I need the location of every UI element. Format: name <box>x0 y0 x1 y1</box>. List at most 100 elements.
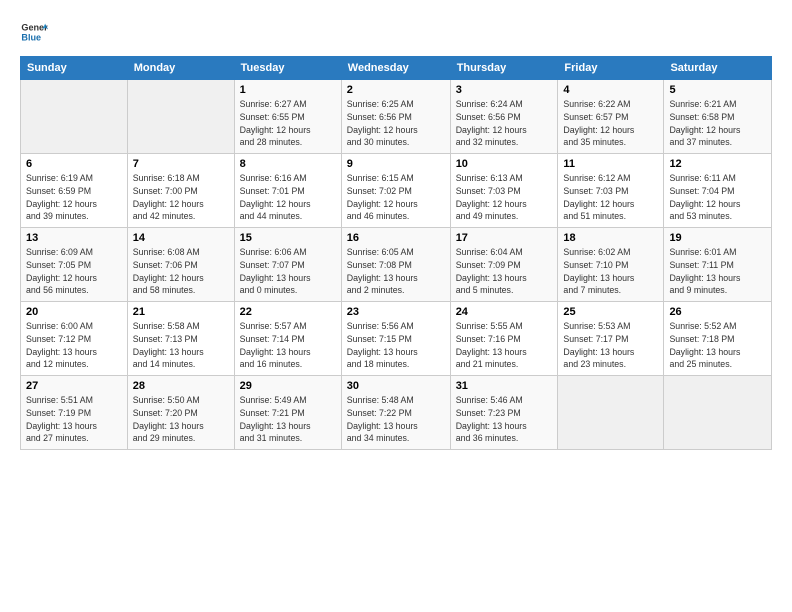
day-detail: Sunrise: 6:18 AM Sunset: 7:00 PM Dayligh… <box>133 172 229 223</box>
day-detail: Sunrise: 6:01 AM Sunset: 7:11 PM Dayligh… <box>669 246 766 297</box>
day-number: 29 <box>240 380 336 392</box>
calendar-cell <box>558 376 664 450</box>
day-number: 5 <box>669 84 766 96</box>
calendar-cell: 15Sunrise: 6:06 AM Sunset: 7:07 PM Dayli… <box>234 228 341 302</box>
day-detail: Sunrise: 5:51 AM Sunset: 7:19 PM Dayligh… <box>26 394 122 445</box>
day-detail: Sunrise: 6:15 AM Sunset: 7:02 PM Dayligh… <box>347 172 445 223</box>
day-detail: Sunrise: 6:12 AM Sunset: 7:03 PM Dayligh… <box>563 172 658 223</box>
calendar-week-row: 1 Sunrise: 6:27 AM Sunset: 6:55 PM Daylig… <box>21 80 772 154</box>
day-number: 3 <box>456 84 553 96</box>
day-number: 10 <box>456 158 553 170</box>
day-number: 23 <box>347 306 445 318</box>
day-number: 14 <box>133 232 229 244</box>
day-detail: Sunrise: 6:00 AM Sunset: 7:12 PM Dayligh… <box>26 320 122 371</box>
calendar-week-row: 6 Sunrise: 6:19 AM Sunset: 6:59 PM Daylig… <box>21 154 772 228</box>
calendar-cell: 29Sunrise: 5:49 AM Sunset: 7:21 PM Dayli… <box>234 376 341 450</box>
day-of-week-header: Thursday <box>450 57 558 80</box>
logo-icon: General Blue <box>20 18 48 46</box>
day-detail: Sunrise: 6:19 AM Sunset: 6:59 PM Dayligh… <box>26 172 122 223</box>
day-detail: Sunrise: 6:08 AM Sunset: 7:06 PM Dayligh… <box>133 246 229 297</box>
day-detail: Sunrise: 6:22 AM Sunset: 6:57 PM Dayligh… <box>563 98 658 149</box>
calendar-cell: 18 Sunrise: 6:02 AM Sunset: 7:10 PM Dayli… <box>558 228 664 302</box>
calendar-cell: 17 Sunrise: 6:04 AM Sunset: 7:09 PM Dayli… <box>450 228 558 302</box>
day-number: 7 <box>133 158 229 170</box>
calendar-cell: 12 Sunrise: 6:11 AM Sunset: 7:04 PM Dayli… <box>664 154 772 228</box>
day-of-week-header: Monday <box>127 57 234 80</box>
day-detail: Sunrise: 6:04 AM Sunset: 7:09 PM Dayligh… <box>456 246 553 297</box>
calendar-cell: 1 Sunrise: 6:27 AM Sunset: 6:55 PM Daylig… <box>234 80 341 154</box>
day-detail: Sunrise: 5:56 AM Sunset: 7:15 PM Dayligh… <box>347 320 445 371</box>
day-number: 6 <box>26 158 122 170</box>
day-of-week-header: Wednesday <box>341 57 450 80</box>
day-of-week-header: Saturday <box>664 57 772 80</box>
day-of-week-header: Tuesday <box>234 57 341 80</box>
day-number: 26 <box>669 306 766 318</box>
day-detail: Sunrise: 6:02 AM Sunset: 7:10 PM Dayligh… <box>563 246 658 297</box>
calendar-cell: 19 Sunrise: 6:01 AM Sunset: 7:11 PM Dayli… <box>664 228 772 302</box>
calendar-week-row: 20 Sunrise: 6:00 AM Sunset: 7:12 PM Dayli… <box>21 302 772 376</box>
page: General Blue SundayMondayTuesdayWednesda… <box>0 0 792 612</box>
day-detail: Sunrise: 5:53 AM Sunset: 7:17 PM Dayligh… <box>563 320 658 371</box>
day-number: 8 <box>240 158 336 170</box>
day-number: 30 <box>347 380 445 392</box>
calendar-cell: 26Sunrise: 5:52 AM Sunset: 7:18 PM Dayli… <box>664 302 772 376</box>
day-number: 27 <box>26 380 122 392</box>
day-number: 4 <box>563 84 658 96</box>
calendar-cell: 8 Sunrise: 6:16 AM Sunset: 7:01 PM Daylig… <box>234 154 341 228</box>
calendar-cell: 31 Sunrise: 5:46 AM Sunset: 7:23 PM Dayli… <box>450 376 558 450</box>
day-detail: Sunrise: 5:58 AM Sunset: 7:13 PM Dayligh… <box>133 320 229 371</box>
day-number: 17 <box>456 232 553 244</box>
day-number: 24 <box>456 306 553 318</box>
day-number: 19 <box>669 232 766 244</box>
calendar-cell: 23 Sunrise: 5:56 AM Sunset: 7:15 PM Dayli… <box>341 302 450 376</box>
day-detail: Sunrise: 6:05 AM Sunset: 7:08 PM Dayligh… <box>347 246 445 297</box>
day-number: 16 <box>347 232 445 244</box>
day-of-week-header: Sunday <box>21 57 128 80</box>
day-detail: Sunrise: 6:27 AM Sunset: 6:55 PM Dayligh… <box>240 98 336 149</box>
day-detail: Sunrise: 5:50 AM Sunset: 7:20 PM Dayligh… <box>133 394 229 445</box>
calendar-week-row: 13Sunrise: 6:09 AM Sunset: 7:05 PM Dayli… <box>21 228 772 302</box>
day-number: 20 <box>26 306 122 318</box>
header: General Blue <box>20 18 772 46</box>
day-number: 18 <box>563 232 658 244</box>
day-detail: Sunrise: 6:11 AM Sunset: 7:04 PM Dayligh… <box>669 172 766 223</box>
calendar-cell: 10 Sunrise: 6:13 AM Sunset: 7:03 PM Dayli… <box>450 154 558 228</box>
header-row: SundayMondayTuesdayWednesdayThursdayFrid… <box>21 57 772 80</box>
day-number: 28 <box>133 380 229 392</box>
day-detail: Sunrise: 6:06 AM Sunset: 7:07 PM Dayligh… <box>240 246 336 297</box>
day-detail: Sunrise: 5:57 AM Sunset: 7:14 PM Dayligh… <box>240 320 336 371</box>
day-detail: Sunrise: 6:25 AM Sunset: 6:56 PM Dayligh… <box>347 98 445 149</box>
day-number: 11 <box>563 158 658 170</box>
day-number: 22 <box>240 306 336 318</box>
calendar-cell: 5 Sunrise: 6:21 AM Sunset: 6:58 PM Daylig… <box>664 80 772 154</box>
calendar-cell <box>21 80 128 154</box>
calendar-cell <box>127 80 234 154</box>
calendar-cell: 27 Sunrise: 5:51 AM Sunset: 7:19 PM Dayli… <box>21 376 128 450</box>
svg-text:Blue: Blue <box>21 32 41 42</box>
calendar-cell: 6 Sunrise: 6:19 AM Sunset: 6:59 PM Daylig… <box>21 154 128 228</box>
day-detail: Sunrise: 6:13 AM Sunset: 7:03 PM Dayligh… <box>456 172 553 223</box>
calendar-cell: 14 Sunrise: 6:08 AM Sunset: 7:06 PM Dayli… <box>127 228 234 302</box>
day-detail: Sunrise: 6:16 AM Sunset: 7:01 PM Dayligh… <box>240 172 336 223</box>
calendar-cell: 25 Sunrise: 5:53 AM Sunset: 7:17 PM Dayli… <box>558 302 664 376</box>
day-number: 9 <box>347 158 445 170</box>
day-number: 31 <box>456 380 553 392</box>
day-number: 25 <box>563 306 658 318</box>
calendar-cell: 22 Sunrise: 5:57 AM Sunset: 7:14 PM Dayli… <box>234 302 341 376</box>
day-number: 21 <box>133 306 229 318</box>
calendar-cell: 2 Sunrise: 6:25 AM Sunset: 6:56 PM Daylig… <box>341 80 450 154</box>
calendar-cell: 13Sunrise: 6:09 AM Sunset: 7:05 PM Dayli… <box>21 228 128 302</box>
day-of-week-header: Friday <box>558 57 664 80</box>
day-number: 1 <box>240 84 336 96</box>
calendar-week-row: 27 Sunrise: 5:51 AM Sunset: 7:19 PM Dayli… <box>21 376 772 450</box>
day-detail: Sunrise: 6:09 AM Sunset: 7:05 PM Dayligh… <box>26 246 122 297</box>
day-detail: Sunrise: 5:46 AM Sunset: 7:23 PM Dayligh… <box>456 394 553 445</box>
day-detail: Sunrise: 6:21 AM Sunset: 6:58 PM Dayligh… <box>669 98 766 149</box>
logo: General Blue <box>20 18 48 46</box>
day-detail: Sunrise: 6:24 AM Sunset: 6:56 PM Dayligh… <box>456 98 553 149</box>
calendar-cell: 28 Sunrise: 5:50 AM Sunset: 7:20 PM Dayli… <box>127 376 234 450</box>
calendar-cell: 9 Sunrise: 6:15 AM Sunset: 7:02 PM Daylig… <box>341 154 450 228</box>
day-number: 12 <box>669 158 766 170</box>
day-number: 2 <box>347 84 445 96</box>
calendar-cell: 20 Sunrise: 6:00 AM Sunset: 7:12 PM Dayli… <box>21 302 128 376</box>
